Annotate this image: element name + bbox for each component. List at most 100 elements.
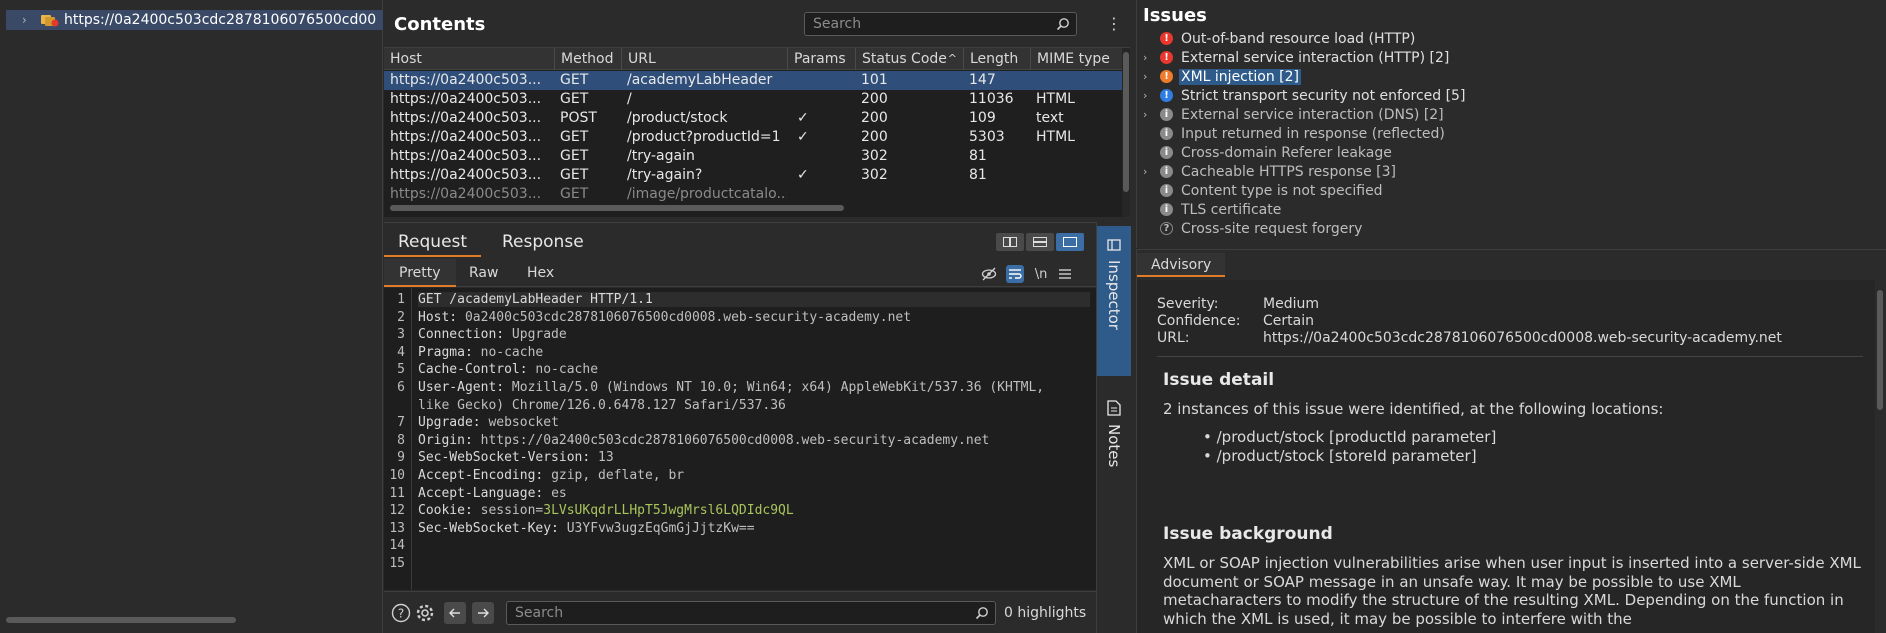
issue-item[interactable]: i Content type is not specified — [1137, 181, 1877, 200]
column-header-params[interactable]: Params — [787, 48, 855, 70]
single-view-icon[interactable] — [1056, 233, 1084, 251]
header-name: Cache-Control: — [418, 362, 536, 378]
tab-raw[interactable]: Raw — [454, 259, 513, 287]
mime-type-cell — [1030, 185, 1122, 204]
issue-item[interactable]: › i External service interaction (DNS) [2] — [1137, 105, 1877, 124]
url-cell: /try-again — [627, 148, 695, 164]
column-header-status-code[interactable]: Status Code ^ — [855, 48, 963, 70]
chevron-right-icon[interactable]: › — [22, 13, 40, 27]
issue-item[interactable]: i Input returned in response (reflected) — [1137, 124, 1877, 143]
split-horizontal-icon[interactable] — [1026, 233, 1054, 251]
status-code-cell: 302 — [861, 148, 888, 164]
url-value[interactable]: https://0a2400c503cdc2878106076500cd0008… — [1263, 330, 1782, 346]
next-match-button[interactable] — [472, 602, 494, 624]
table-row[interactable]: https://0a2400c503... GET/product?product… — [384, 128, 1122, 147]
help-icon[interactable]: ? — [390, 602, 412, 624]
severity-info-icon: i — [1160, 127, 1173, 140]
issue-label: External service interaction (HTTP) [2] — [1181, 49, 1450, 66]
tab-advisory[interactable]: Advisory — [1137, 253, 1226, 277]
url-cell: /academyLabHeader — [627, 72, 773, 88]
horizontal-scrollbar[interactable] — [6, 617, 236, 623]
chevron-right-icon[interactable]: › — [1143, 51, 1155, 64]
tab-notes[interactable]: Notes — [1097, 390, 1131, 500]
method-cell: GET — [560, 129, 589, 145]
contents-search-input[interactable]: Search — [804, 12, 1077, 36]
divider — [1157, 356, 1863, 357]
issue-item[interactable]: ! Out-of-band resource load (HTTP) — [1137, 29, 1877, 48]
code-line: Accept-Encoding: gzip, deflate, br — [418, 468, 684, 483]
vertical-scrollbar[interactable] — [1122, 48, 1130, 217]
status-code-cell: 200 — [861, 91, 888, 107]
request-footer: ? Search 0 highlights — [384, 591, 1096, 633]
tab-request[interactable]: Request — [384, 229, 482, 257]
code-line: Origin: https://0a2400c503cdc28781060765… — [418, 433, 989, 448]
tab-inspector[interactable]: Inspector — [1097, 226, 1131, 376]
vertical-scrollbar[interactable] — [1877, 290, 1883, 410]
hide-nonprintable-icon[interactable] — [980, 265, 998, 283]
issue-item[interactable]: ? Cross-site request forgery — [1137, 219, 1877, 238]
issue-item[interactable]: i Cross-domain Referer leakage — [1137, 143, 1877, 162]
header-value: 13 — [598, 450, 614, 466]
request-editor[interactable]: 1 2 3 4 5 6 7 8 9 10 11 12 13 14 15 GET /academyLabHea… — [384, 288, 1096, 590]
word-wrap-icon[interactable] — [1006, 265, 1024, 283]
line-number: 9 — [397, 450, 405, 466]
issue-label: Cross-site request forgery — [1181, 220, 1363, 237]
site-folder-icon — [40, 13, 60, 27]
issue-item[interactable]: i TLS certificate — [1137, 200, 1877, 219]
issue-item[interactable]: ›! XML injection [2] — [1137, 67, 1877, 86]
layout-toggle-group — [996, 233, 1086, 251]
site-map-host-label[interactable]: https://0a2400c503cdc2878106076500cd00 — [64, 12, 376, 28]
length-cell: 109 — [969, 110, 996, 126]
column-header-length[interactable]: Length — [963, 48, 1030, 70]
chevron-right-icon[interactable]: › — [1143, 89, 1155, 102]
header-value: U3YFvw3ugzEqGmGjJjtzKw== — [566, 520, 755, 536]
scrollbar-thumb[interactable] — [1123, 52, 1129, 192]
site-map-panel: › https://0a2400c503cdc2878106076500cd00 — [0, 0, 383, 633]
issue-item[interactable]: › i Cacheable HTTPS response [3] — [1137, 162, 1877, 181]
issue-item[interactable]: ›! Strict transport security not enforced… — [1137, 86, 1877, 105]
hamburger-menu-icon[interactable] — [1056, 265, 1074, 283]
params-cell — [787, 185, 855, 204]
column-header-method[interactable]: Method — [554, 48, 621, 70]
column-header-mime-type[interactable]: MIME type — [1030, 48, 1126, 70]
search-icon — [975, 606, 989, 620]
table-row[interactable]: https://0a2400c503... GET/try-again? ✓ 302 8… — [384, 166, 1122, 185]
tab-response[interactable]: Response — [488, 229, 598, 257]
previous-match-button[interactable] — [444, 602, 466, 624]
line-number: 5 — [397, 362, 405, 378]
issue-label: Strict transport security not enforced [… — [1181, 87, 1466, 104]
issue-label: Cross-domain Referer leakage — [1181, 144, 1392, 161]
tab-hex[interactable]: Hex — [512, 259, 569, 287]
length-cell: 81 — [969, 167, 987, 183]
gear-icon[interactable] — [414, 602, 436, 624]
column-header-host[interactable]: Host — [384, 48, 554, 70]
horizontal-scrollbar[interactable] — [390, 205, 844, 211]
split-vertical-icon[interactable] — [996, 233, 1024, 251]
table-row[interactable]: https://0a2400c503... GET / 200 11036 HTML — [384, 90, 1122, 109]
site-map-host-row[interactable]: › https://0a2400c503cdc2878106076500cd00 — [6, 10, 383, 30]
table-row[interactable]: https://0a2400c503... GET/try-again 302 81 — [384, 147, 1122, 166]
tab-pretty[interactable]: Pretty — [384, 259, 456, 287]
header-value: like Gecko) Chrome/126.0.6478.127 Safari… — [418, 397, 786, 413]
method-cell: GET — [560, 148, 589, 164]
host-cell: https://0a2400c503... — [390, 129, 542, 145]
table-row[interactable]: https://0a2400c503... POST/product/stock ✓… — [384, 109, 1122, 128]
length-cell: 81 — [969, 148, 987, 164]
severity-info-icon: i — [1160, 184, 1173, 197]
chevron-right-icon[interactable]: › — [1143, 108, 1155, 121]
chevron-right-icon[interactable]: › — [1143, 165, 1155, 178]
params-cell: ✓ — [797, 167, 809, 183]
chevron-right-icon[interactable]: › — [1143, 70, 1155, 83]
vertical-ellipsis-icon[interactable]: ⋮ — [1106, 14, 1122, 34]
issue-label: Out-of-band resource load (HTTP) — [1181, 30, 1416, 47]
code-line: Pragma: no-cache — [418, 345, 543, 360]
newline-toggle-icon[interactable]: \n — [1032, 265, 1050, 283]
header-value: 0a2400c503cdc2878106076500cd0008.web-sec… — [464, 309, 912, 325]
issue-item[interactable]: ›! External service interaction (HTTP) [2… — [1137, 48, 1877, 67]
cookie-value: 3LVsUKqdrLLHpT5JwgMrsl6LQDIdc9QL — [543, 503, 794, 519]
request-search-input[interactable]: Search — [506, 601, 996, 625]
table-row[interactable]: https://0a2400c503... GET/academyLabHeade… — [384, 71, 1122, 90]
contents-search-placeholder: Search — [813, 16, 862, 32]
table-row[interactable]: https://0a2400c503... GET/image/productca… — [384, 185, 1122, 204]
column-header-url[interactable]: URL — [621, 48, 787, 70]
